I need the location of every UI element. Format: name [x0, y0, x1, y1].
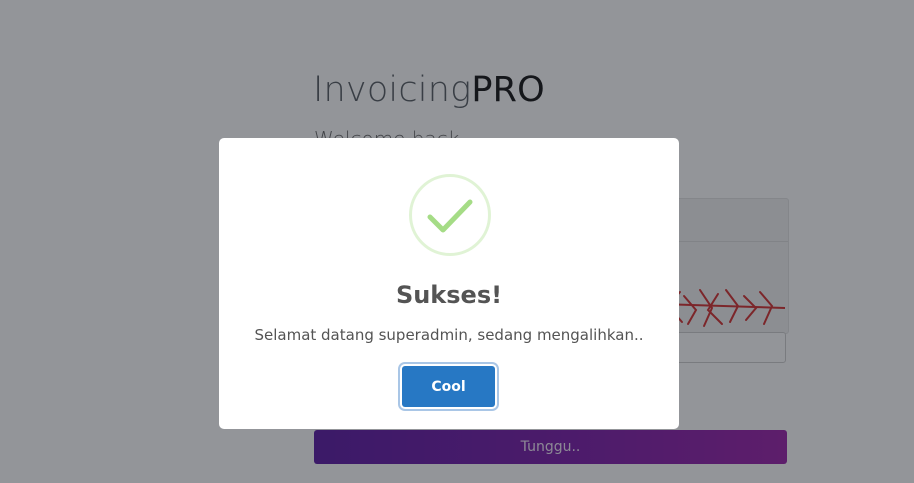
- success-dialog: Sukses! Selamat datang superadmin, sedan…: [219, 138, 679, 429]
- dialog-message: Selamat datang superadmin, sedang mengal…: [254, 326, 644, 344]
- success-check-icon: [409, 174, 491, 256]
- dialog-title: Sukses!: [395, 281, 503, 309]
- confirm-button[interactable]: Cool: [402, 366, 495, 407]
